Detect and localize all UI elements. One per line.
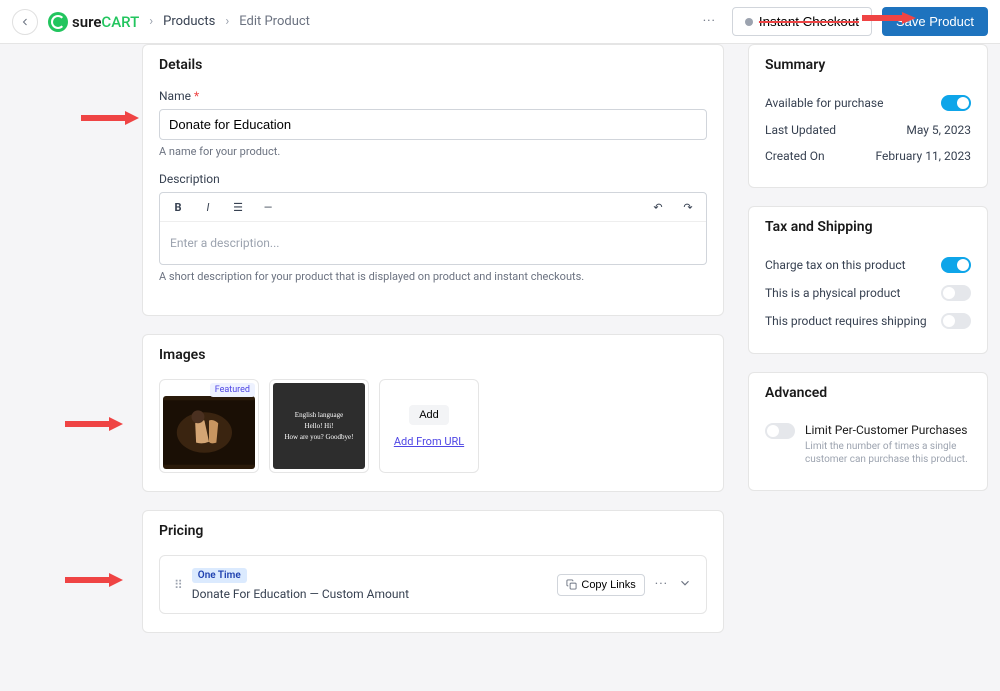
copy-icon (566, 579, 577, 590)
topbar-left: sureCART › Products › Edit Product (12, 9, 310, 35)
image-thumbnail-2: English language Hello! Hi! How are you?… (273, 383, 365, 469)
breadcrumb-products[interactable]: Products (163, 14, 215, 29)
charge-tax-toggle[interactable] (941, 257, 971, 273)
copy-links-button[interactable]: Copy Links (557, 574, 644, 596)
reading-image-icon (163, 396, 255, 469)
topbar: sureCART › Products › Edit Product ··· I… (0, 0, 1000, 44)
pricing-card: Pricing ⠿ One Time Donate For Education … (142, 510, 724, 633)
save-product-button[interactable]: Save Product (882, 7, 988, 36)
summary-card: Summary Available for purchase Last Upda… (748, 44, 988, 188)
available-label: Available for purchase (765, 96, 884, 110)
italic-button[interactable]: I (198, 197, 218, 217)
advanced-title: Advanced (749, 373, 987, 413)
bold-button[interactable]: B (168, 197, 188, 217)
pricing-title: Pricing (143, 511, 723, 551)
tax-shipping-card: Tax and Shipping Charge tax on this prod… (748, 206, 988, 354)
images-title: Images (143, 335, 723, 375)
description-label: Description (159, 172, 707, 186)
undo-button[interactable]: ↶ (648, 197, 668, 217)
physical-label: This is a physical product (765, 286, 900, 300)
description-textarea[interactable]: Enter a description... (160, 222, 706, 264)
image-card-2[interactable]: English language Hello! Hi! How are you?… (269, 379, 369, 473)
drag-handle-icon[interactable]: ⠿ (174, 578, 182, 592)
featured-badge: Featured (210, 383, 255, 397)
name-help: A name for your product. (159, 145, 707, 158)
status-dot-icon (745, 18, 753, 26)
tax-title: Tax and Shipping (749, 207, 987, 247)
details-card: Details Name * A name for your product. … (142, 44, 724, 316)
created-value: February 11, 2023 (876, 149, 971, 163)
shipping-toggle[interactable] (941, 313, 971, 329)
created-label: Created On (765, 149, 825, 163)
logo: sureCART (48, 12, 139, 32)
updated-label: Last Updated (765, 123, 836, 137)
price-type-badge: One Time (192, 568, 247, 583)
topbar-right: ··· Instant Checkout Save Product (697, 7, 988, 36)
available-toggle[interactable] (941, 95, 971, 111)
price-row[interactable]: ⠿ One Time Donate For Education — Custom… (159, 555, 707, 614)
more-menu-button[interactable]: ··· (697, 14, 722, 29)
back-button[interactable] (12, 9, 38, 35)
add-image-card: Add Add From URL (379, 379, 479, 473)
expand-chevron-icon[interactable] (678, 576, 692, 594)
limit-purchases-label: Limit Per-Customer Purchases (805, 423, 971, 437)
summary-title: Summary (749, 45, 987, 85)
list-button[interactable]: ☰ (228, 197, 248, 217)
arrow-left-icon (19, 16, 31, 28)
price-more-button[interactable]: ··· (655, 577, 668, 592)
thumb2-line1: English language (295, 411, 343, 419)
image-card-1[interactable]: Featured (159, 379, 259, 473)
logo-text-sure: sure (72, 13, 101, 31)
charge-tax-label: Charge tax on this product (765, 258, 906, 272)
name-input[interactable] (159, 109, 707, 140)
details-title: Details (143, 45, 723, 85)
advanced-card: Advanced Limit Per-Customer Purchases Li… (748, 372, 988, 491)
image-thumbnail-1 (163, 396, 255, 469)
price-name-label: Donate For Education — Custom Amount (192, 587, 409, 601)
thumb2-line3: How are you? Goodbye! (284, 433, 353, 441)
add-from-url-link[interactable]: Add From URL (394, 435, 464, 448)
chevron-right-icon: › (225, 14, 229, 29)
thumb2-line2: Hello! Hi! (305, 422, 334, 430)
limit-purchases-help: Limit the number of times a single custo… (805, 440, 971, 466)
add-image-button[interactable]: Add (409, 405, 449, 425)
breadcrumb-current: Edit Product (239, 14, 310, 29)
sidebar-column: Summary Available for purchase Last Upda… (748, 44, 988, 651)
logo-text-cart: CART (101, 13, 139, 31)
instant-checkout-label: Instant Checkout (759, 14, 859, 29)
logo-icon (48, 12, 68, 32)
rte-toolbar: B I ☰ — ↶ ↷ (160, 193, 706, 222)
physical-toggle[interactable] (941, 285, 971, 301)
shipping-label: This product requires shipping (765, 314, 927, 328)
instant-checkout-button[interactable]: Instant Checkout (732, 7, 872, 36)
hr-button[interactable]: — (258, 197, 278, 217)
description-editor: B I ☰ — ↶ ↷ Enter a description... (159, 192, 707, 265)
page-content: Details Name * A name for your product. … (0, 44, 1000, 691)
copy-links-label: Copy Links (581, 579, 635, 591)
name-label: Name * (159, 89, 707, 103)
description-help: A short description for your product tha… (159, 270, 707, 283)
main-column: Details Name * A name for your product. … (142, 44, 724, 651)
images-card: Images Featured (142, 334, 724, 492)
chevron-right-icon: › (149, 14, 153, 29)
updated-value: May 5, 2023 (906, 123, 971, 137)
limit-purchases-toggle[interactable] (765, 423, 795, 439)
redo-button[interactable]: ↷ (678, 197, 698, 217)
